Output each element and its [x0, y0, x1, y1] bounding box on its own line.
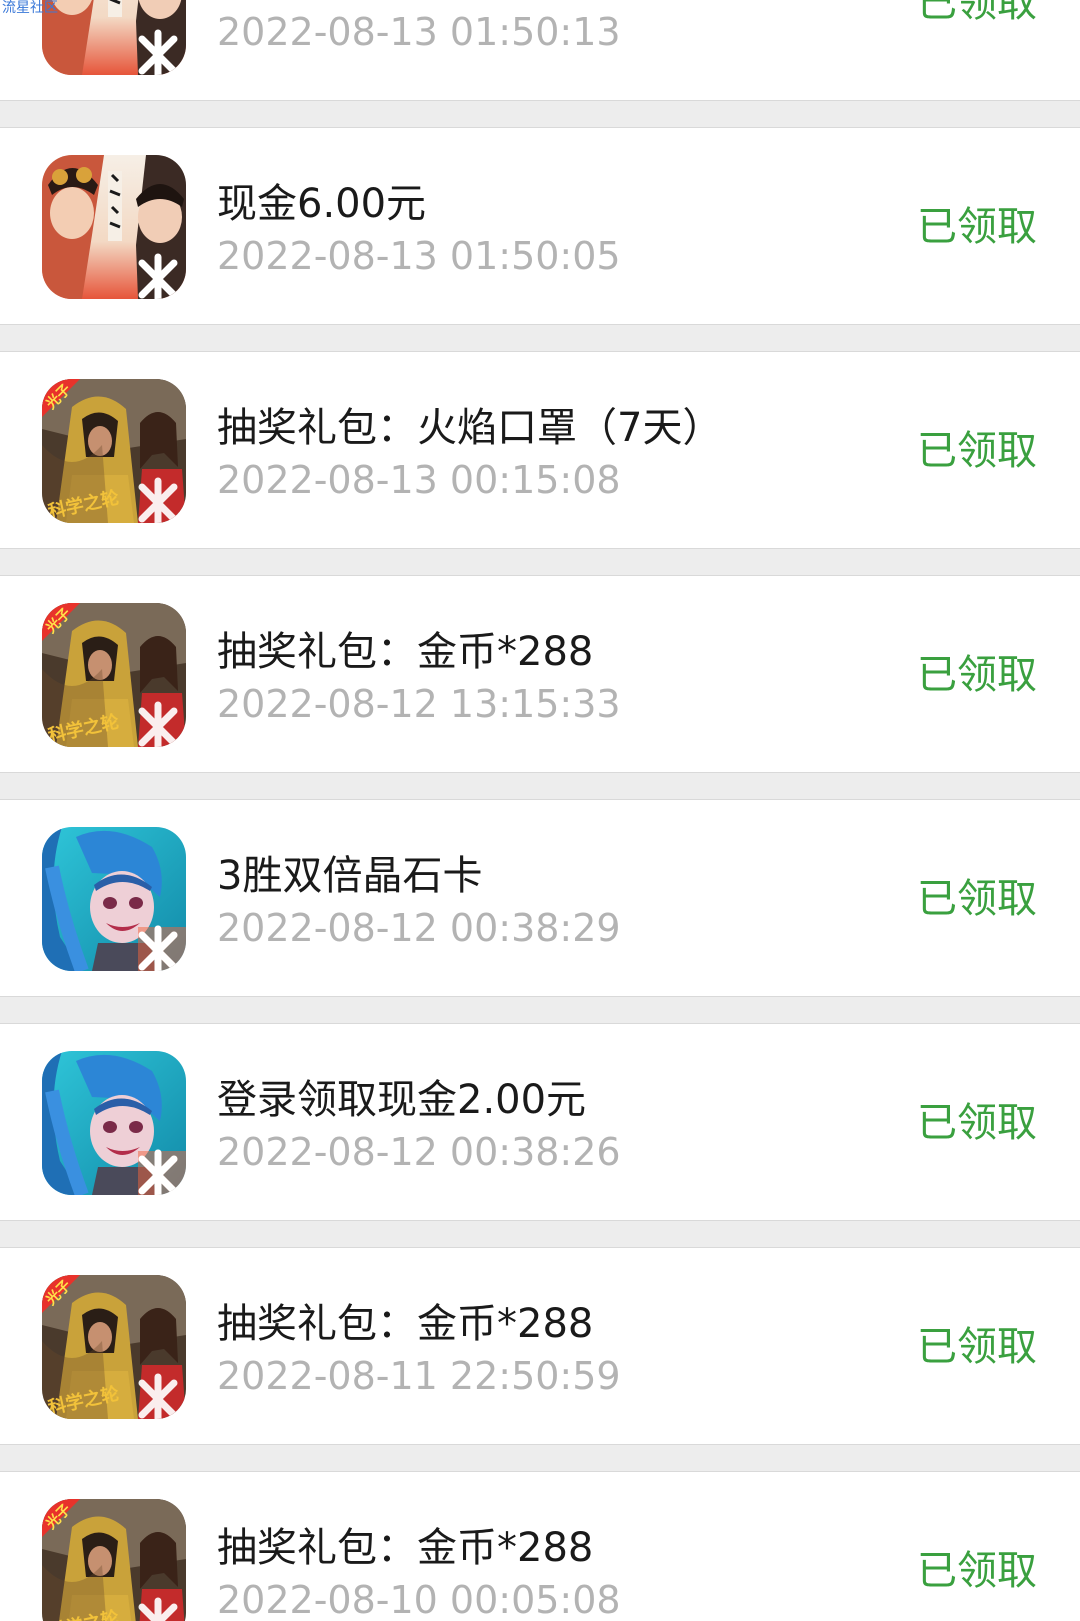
reward-title: 抽奖礼包：金币*288 [217, 629, 594, 675]
battle-game-icon: 光子科学之轮 [42, 603, 186, 747]
reward-title: 抽奖礼包：金币*288 [217, 1525, 594, 1571]
reward-title: 抽奖礼包：火焰口罩（7天） [217, 405, 723, 451]
reward-timestamp: 2022-08-13 01:50:13 [217, 10, 621, 54]
hero-game-icon [42, 1051, 186, 1195]
drama-game-icon [42, 0, 186, 75]
reward-timestamp: 2022-08-12 00:38:26 [217, 1130, 621, 1174]
claim-status: 已领取 [917, 204, 1037, 250]
claim-status: 已领取 [917, 876, 1037, 922]
battle-game-icon: 光子科学之轮 [42, 379, 186, 523]
reward-title: 现金6.00元 [217, 181, 427, 227]
claim-status: 已领取 [917, 1548, 1037, 1594]
list-item[interactable]: 光子 科学之轮 抽奖礼包：金币*288 2022-08-12 13:15:33 已领取 [0, 575, 1080, 773]
claim-status: 已领取 [917, 1100, 1037, 1146]
hero-game-icon [42, 827, 186, 971]
reward-title: 3胜双倍晶石卡 [217, 853, 483, 899]
list-item[interactable]: 光子 科学之轮 抽奖礼包：金币*288 2022-08-11 22:50:59 已领取 [0, 1247, 1080, 1445]
list-item[interactable]: 光子 科学之轮 抽奖礼包：火焰口罩（7天） 2022-08-13 00:15:08 已… [0, 351, 1080, 549]
list-item[interactable]: 3胜双倍晶石卡 2022-08-12 00:38:29 已领取 [0, 799, 1080, 997]
claim-status: 已领取 [917, 0, 1037, 26]
reward-timestamp: 2022-08-12 13:15:33 [217, 682, 621, 726]
reward-record-list: 2022-08-13 01:50:13 已领取 现金6.00元 2022-08-13… [0, 0, 1080, 1621]
list-item[interactable]: 登录领取现金2.00元 2022-08-12 00:38:26 已领取 [0, 1023, 1080, 1221]
reward-timestamp: 2022-08-10 00:05:08 [217, 1578, 621, 1621]
reward-title: 登录领取现金2.00元 [217, 1077, 587, 1123]
reward-timestamp: 2022-08-11 22:50:59 [217, 1354, 621, 1398]
claim-status: 已领取 [917, 652, 1037, 698]
claim-status: 已领取 [917, 1324, 1037, 1370]
claim-status: 已领取 [917, 428, 1037, 474]
watermark: 流星社区 [2, 0, 58, 16]
reward-title: 抽奖礼包：金币*288 [217, 1301, 594, 1347]
reward-timestamp: 2022-08-13 00:15:08 [217, 458, 621, 502]
reward-history-screen: 2022-08-13 01:50:13 已领取 现金6.00元 2022-08-13… [0, 0, 1080, 1621]
list-item[interactable]: 2022-08-13 01:50:13 已领取 [0, 0, 1080, 101]
battle-game-icon: 光子科学之轮 [42, 1499, 186, 1621]
reward-timestamp: 2022-08-13 01:50:05 [217, 234, 621, 278]
drama-game-icon [42, 155, 186, 299]
battle-game-icon: 光子科学之轮 [42, 1275, 186, 1419]
reward-timestamp: 2022-08-12 00:38:29 [217, 906, 621, 950]
list-item[interactable]: 光子科学之轮 抽奖礼包：金币*288 2022-08-10 00:05:08 已领取 [0, 1471, 1080, 1621]
list-item[interactable]: 现金6.00元 2022-08-13 01:50:05 已领取 [0, 127, 1080, 325]
